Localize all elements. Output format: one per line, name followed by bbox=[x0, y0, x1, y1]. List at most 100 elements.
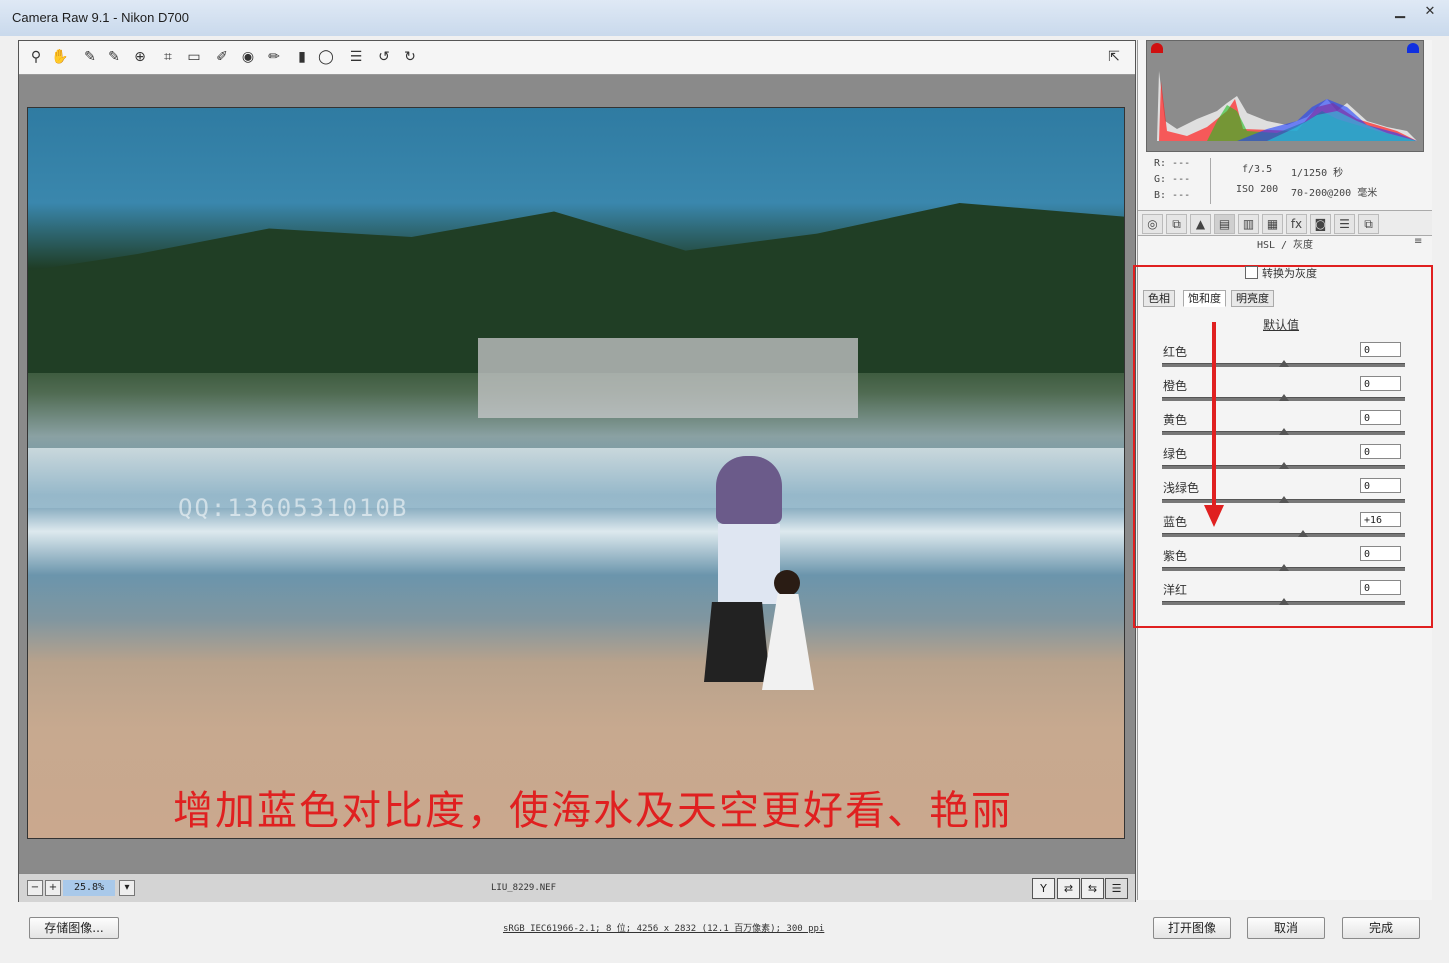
zoom-level[interactable]: 25.8% bbox=[63, 880, 115, 896]
woman-skirt bbox=[704, 602, 770, 682]
annotation-caption: 增加蓝色对比度，使海水及天空更好看、艳丽 bbox=[173, 788, 1013, 834]
child-dress bbox=[762, 594, 814, 690]
rotate-left-icon[interactable]: ↺ bbox=[375, 48, 393, 66]
slider-thumb[interactable] bbox=[1278, 598, 1289, 605]
tab-presets[interactable]: ☰ bbox=[1334, 214, 1355, 234]
slider-label: 洋红 bbox=[1163, 583, 1188, 597]
g-readout: G: --- bbox=[1154, 174, 1191, 185]
preview-area: ⇱ ⚲ ✋ ✎ ✎ ⊕ ⌗ ▭ ✐ ◉ ✏ ▮ ◯ ☰ ↺ ↻ QQ:1360531010B 增加蓝色对比度… bbox=[18, 40, 1136, 902]
shadow-clipping-icon[interactable] bbox=[1151, 43, 1163, 53]
copy-settings-button[interactable]: ⇆ bbox=[1081, 878, 1104, 899]
close-icon[interactable]: ✕ bbox=[1415, 2, 1445, 22]
b-readout: B: --- bbox=[1154, 190, 1191, 201]
spot-removal-tool[interactable]: ✐ bbox=[213, 48, 231, 66]
fullscreen-icon[interactable]: ⇱ bbox=[1105, 48, 1123, 66]
image-info: R: --- G: --- B: --- f/3.5 1/1250 秒 ISO … bbox=[1146, 158, 1422, 206]
highlight-clipping-icon[interactable] bbox=[1407, 43, 1419, 53]
tab-saturation[interactable]: 饱和度 bbox=[1183, 290, 1226, 307]
slider-value-input[interactable]: 0 bbox=[1360, 478, 1401, 493]
tab-tone-curve[interactable]: ⧉ bbox=[1166, 214, 1187, 234]
slider-value-input[interactable]: 0 bbox=[1360, 410, 1401, 425]
slider-track[interactable] bbox=[1162, 533, 1405, 537]
zoom-dropdown[interactable]: ▾ bbox=[119, 880, 135, 896]
before-after-button[interactable]: Y bbox=[1032, 878, 1055, 899]
slider-thumb[interactable] bbox=[1278, 564, 1289, 571]
histogram-graph bbox=[1157, 71, 1417, 141]
buildings bbox=[478, 338, 858, 418]
zoom-in-button[interactable]: + bbox=[45, 880, 61, 896]
done-button[interactable]: 完成 bbox=[1342, 917, 1420, 939]
adjustment-brush-tool[interactable]: ✏ bbox=[265, 48, 283, 66]
tab-camera-calibration[interactable]: ◙ bbox=[1310, 214, 1331, 234]
workflow-options-link[interactable]: sRGB IEC61966-2.1; 8 位; 4256 x 2832 (12.… bbox=[503, 921, 824, 934]
slider-value-input[interactable]: 0 bbox=[1360, 444, 1401, 459]
info-divider bbox=[1210, 158, 1211, 204]
tab-split-toning[interactable]: ▥ bbox=[1238, 214, 1259, 234]
tab-snapshots[interactable]: ⧉ bbox=[1358, 214, 1379, 234]
lens: 70-200@200 毫米 bbox=[1291, 188, 1378, 199]
slider-value-input[interactable]: +16 bbox=[1360, 512, 1401, 527]
toolbar: ⇱ ⚲ ✋ ✎ ✎ ⊕ ⌗ ▭ ✐ ◉ ✏ ▮ ◯ ☰ ↺ ↻ bbox=[19, 41, 1135, 75]
tab-hue[interactable]: 色相 bbox=[1143, 290, 1175, 307]
watermark: QQ:1360531010B bbox=[178, 494, 409, 522]
graduated-filter-tool[interactable]: ▮ bbox=[293, 48, 311, 66]
convert-grayscale-checkbox[interactable] bbox=[1245, 266, 1258, 279]
zoom-tool[interactable]: ⚲ bbox=[27, 48, 45, 66]
slider-label: 黄色 bbox=[1163, 413, 1188, 427]
default-link[interactable]: 默认值 bbox=[1263, 316, 1299, 333]
slider-thumb[interactable] bbox=[1278, 360, 1289, 367]
cancel-button[interactable]: 取消 bbox=[1247, 917, 1325, 939]
r-readout: R: --- bbox=[1154, 158, 1191, 169]
title-bar: Camera Raw 9.1 - Nikon D700 ▁ ✕ bbox=[0, 0, 1449, 36]
swap-button[interactable]: ⇄ bbox=[1057, 878, 1080, 899]
window-title: Camera Raw 9.1 - Nikon D700 bbox=[12, 10, 190, 25]
crop-tool[interactable]: ⌗ bbox=[159, 48, 177, 66]
woman-shirt bbox=[718, 524, 780, 604]
slider-value-input[interactable]: 0 bbox=[1360, 546, 1401, 561]
slider-label: 蓝色 bbox=[1163, 515, 1188, 529]
slider-value-input[interactable]: 0 bbox=[1360, 342, 1401, 357]
histogram bbox=[1146, 40, 1424, 152]
slider-thumb[interactable] bbox=[1278, 428, 1289, 435]
slider-thumb[interactable] bbox=[1278, 496, 1289, 503]
aperture: f/3.5 bbox=[1242, 164, 1273, 175]
shutter-speed: 1/1250 秒 bbox=[1291, 168, 1344, 179]
child-head bbox=[774, 570, 800, 596]
iso: ISO 200 bbox=[1236, 184, 1279, 195]
convert-grayscale-label: 转换为灰度 bbox=[1262, 267, 1317, 280]
slider-label: 红色 bbox=[1163, 345, 1188, 359]
toggle-settings-button[interactable]: ☰ bbox=[1105, 878, 1128, 899]
straighten-tool[interactable]: ▭ bbox=[185, 48, 203, 66]
slider-value-input[interactable]: 0 bbox=[1360, 376, 1401, 391]
radial-filter-tool[interactable]: ◯ bbox=[317, 48, 335, 66]
targeted-adjustment-tool[interactable]: ⊕ bbox=[131, 48, 149, 66]
rotate-right-icon[interactable]: ↻ bbox=[401, 48, 419, 66]
tab-lens[interactable]: ▦ bbox=[1262, 214, 1283, 234]
tab-basic[interactable]: ◎ bbox=[1142, 214, 1163, 234]
save-image-button[interactable]: 存储图像... bbox=[29, 917, 119, 939]
open-image-button[interactable]: 打开图像 bbox=[1153, 917, 1231, 939]
red-eye-tool[interactable]: ◉ bbox=[239, 48, 257, 66]
minimize-icon[interactable]: ▁ bbox=[1385, 2, 1415, 22]
slider-thumb[interactable] bbox=[1297, 530, 1308, 537]
slider-thumb[interactable] bbox=[1278, 394, 1289, 401]
panel-tabs: ◎ ⧉ ▲ ▤ ▥ ▦ fx ◙ ☰ ⧉ bbox=[1138, 210, 1432, 236]
hand-tool[interactable]: ✋ bbox=[51, 48, 69, 66]
slider-thumb[interactable] bbox=[1278, 462, 1289, 469]
tab-hsl[interactable]: ▤ bbox=[1214, 214, 1235, 234]
annotation-arrowhead bbox=[1204, 505, 1224, 527]
annotation-arrow bbox=[1212, 322, 1216, 512]
panel-menu-icon[interactable]: ≡ bbox=[1414, 236, 1422, 247]
color-sampler-tool[interactable]: ✎ bbox=[105, 48, 123, 66]
woman-scarf bbox=[716, 456, 782, 524]
slider-label: 橙色 bbox=[1163, 379, 1188, 393]
file-name: LIU_8229.NEF bbox=[491, 883, 557, 893]
slider-value-input[interactable]: 0 bbox=[1360, 580, 1401, 595]
tab-effects[interactable]: fx bbox=[1286, 214, 1307, 234]
tab-luminance[interactable]: 明亮度 bbox=[1231, 290, 1274, 307]
preferences-icon[interactable]: ☰ bbox=[347, 48, 365, 66]
zoom-out-button[interactable]: − bbox=[27, 880, 43, 896]
photo-preview[interactable]: QQ:1360531010B 增加蓝色对比度，使海水及天空更好看、艳丽 bbox=[27, 107, 1125, 839]
tab-detail[interactable]: ▲ bbox=[1190, 214, 1211, 234]
white-balance-tool[interactable]: ✎ bbox=[81, 48, 99, 66]
